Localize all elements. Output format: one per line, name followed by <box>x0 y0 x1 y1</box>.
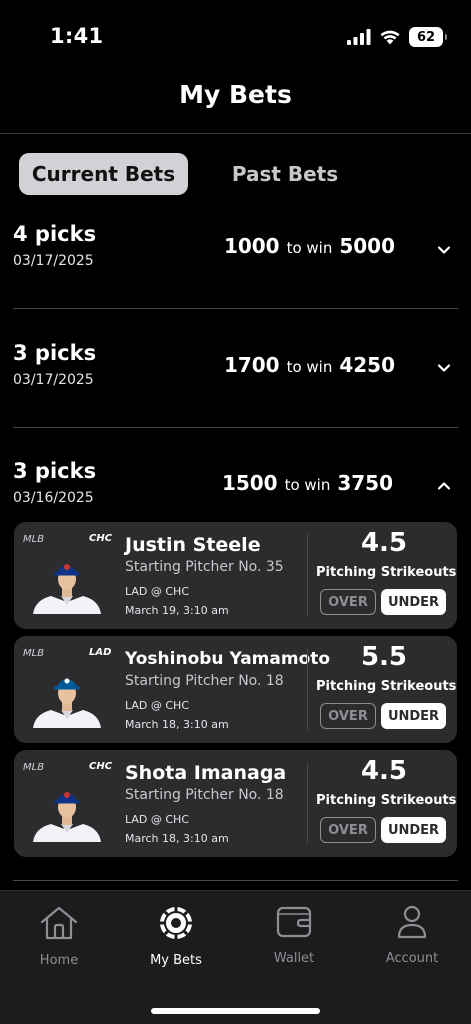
bet-summary-row[interactable]: 3 picks 03/16/2025 1500 to win 3750 <box>0 459 471 519</box>
card-divider <box>307 762 308 844</box>
bet-payout: 4250 <box>339 353 395 377</box>
league-label: MLB <box>23 648 45 659</box>
bet-amount: 1000 to win 5000 <box>224 234 395 258</box>
prop-stat: Pitching Strikeouts <box>316 565 457 580</box>
nav-item-wallet[interactable]: Wallet <box>244 905 344 966</box>
prop-line: 4.5 <box>360 528 408 558</box>
player-name: Shota Imanaga <box>125 762 287 784</box>
bet-amount: 1500 to win 3750 <box>222 471 393 495</box>
tab-past-bets[interactable]: Past Bets <box>205 153 365 195</box>
chevron-down-icon[interactable] <box>437 243 451 257</box>
nav-item-my-bets[interactable]: My Bets <box>126 905 226 968</box>
page-title: My Bets <box>179 80 292 109</box>
tab-current-bets-label: Current Bets <box>31 162 176 186</box>
game-matchup: LAD @ CHC <box>125 699 190 712</box>
nav-label: Home <box>39 953 79 968</box>
tab-past-bets-label: Past Bets <box>231 162 339 186</box>
player-role: Starting Pitcher No. 18 <box>125 787 284 803</box>
over-button[interactable]: OVER <box>320 589 376 615</box>
chip-icon <box>160 907 192 939</box>
player-role: Starting Pitcher No. 18 <box>125 673 284 689</box>
bet-divider <box>13 427 458 428</box>
player-role: Starting Pitcher No. 35 <box>125 559 284 575</box>
bet-divider <box>13 308 458 309</box>
person-icon <box>397 905 427 939</box>
card-divider <box>307 534 308 616</box>
nav-item-home[interactable]: Home <box>9 905 109 968</box>
card-divider <box>307 648 308 730</box>
nav-label: Wallet <box>273 951 315 966</box>
over-label: OVER <box>328 822 368 838</box>
prop-line: 5.5 <box>360 642 408 672</box>
bet-stake: 1700 <box>223 353 280 377</box>
header-divider <box>0 133 471 134</box>
to-win-label: to win <box>284 476 331 494</box>
bet-stake: 1500 <box>221 471 278 495</box>
under-label: UNDER <box>387 594 440 610</box>
wifi-icon <box>380 30 400 45</box>
player-name: Justin Steele <box>125 534 261 556</box>
bet-payout: 5000 <box>339 234 395 258</box>
wallet-icon <box>276 906 312 938</box>
pick-card: MLB LAD Yoshinobu Yamamoto Starting Pitc… <box>14 636 457 743</box>
over-label: OVER <box>328 594 368 610</box>
under-label: UNDER <box>387 822 440 838</box>
bet-payout: 3750 <box>337 471 393 495</box>
under-button[interactable]: UNDER <box>381 589 446 615</box>
chevron-down-icon[interactable] <box>437 361 451 375</box>
home-icon <box>40 906 78 940</box>
player-avatar <box>33 564 101 614</box>
team-label: CHC <box>89 533 113 544</box>
bet-date: 03/17/2025 <box>13 372 94 388</box>
under-button[interactable]: UNDER <box>381 817 446 843</box>
bet-picks-count: 4 picks <box>13 222 97 246</box>
tab-current-bets[interactable]: Current Bets <box>19 153 188 195</box>
team-label: LAD <box>89 647 112 658</box>
league-label: MLB <box>23 762 45 773</box>
bottom-nav: Home My Bets Wallet Account <box>0 891 471 1024</box>
player-avatar <box>33 792 101 842</box>
game-time: March 19, 3:10 am <box>125 604 229 617</box>
under-button[interactable]: UNDER <box>381 703 446 729</box>
status-icons: 62 <box>347 26 447 48</box>
game-time: March 18, 3:10 am <box>125 832 229 845</box>
to-win-label: to win <box>286 358 333 376</box>
cellular-signal-icon <box>347 29 371 45</box>
to-win-label: to win <box>286 239 333 257</box>
nav-label: My Bets <box>150 953 202 968</box>
prop-stat: Pitching Strikeouts <box>316 793 457 808</box>
bet-amount: 1700 to win 4250 <box>224 353 395 377</box>
player-avatar <box>33 678 101 728</box>
team-label: CHC <box>89 761 113 772</box>
bet-date: 03/17/2025 <box>13 253 94 269</box>
nav-item-account[interactable]: Account <box>362 905 462 966</box>
bet-summary-row[interactable]: 3 picks 03/17/2025 1700 to win 4250 <box>0 341 471 401</box>
prop-stat: Pitching Strikeouts <box>316 679 457 694</box>
under-label: UNDER <box>387 708 440 724</box>
nav-label: Account <box>385 951 439 966</box>
bet-divider <box>13 880 458 881</box>
status-bar: 1:41 62 <box>0 0 471 70</box>
prop-line: 4.5 <box>360 756 408 786</box>
league-label: MLB <box>23 534 45 545</box>
bet-summary-row[interactable]: 4 picks 03/17/2025 1000 to win 5000 <box>0 222 471 282</box>
bet-picks-count: 3 picks <box>13 341 97 365</box>
home-indicator[interactable] <box>151 1008 320 1014</box>
game-matchup: LAD @ CHC <box>125 813 190 826</box>
bet-date: 03/16/2025 <box>13 490 94 506</box>
game-matchup: LAD @ CHC <box>125 585 190 598</box>
battery-indicator: 62 <box>409 27 447 47</box>
over-label: OVER <box>328 708 368 724</box>
pick-card: MLB CHC Justin Steele Starting Pitcher N… <box>14 522 457 629</box>
game-time: March 18, 3:10 am <box>125 718 229 731</box>
status-time: 1:41 <box>50 24 104 48</box>
pick-card: MLB CHC Shota Imanaga Starting Pitcher N… <box>14 750 457 857</box>
bet-picks-count: 3 picks <box>13 459 97 483</box>
chevron-up-icon[interactable] <box>437 479 451 493</box>
bet-stake: 1000 <box>223 234 280 258</box>
battery-level: 62 <box>416 29 436 45</box>
over-button[interactable]: OVER <box>320 703 376 729</box>
player-name: Yoshinobu Yamamoto <box>125 649 331 669</box>
over-button[interactable]: OVER <box>320 817 376 843</box>
